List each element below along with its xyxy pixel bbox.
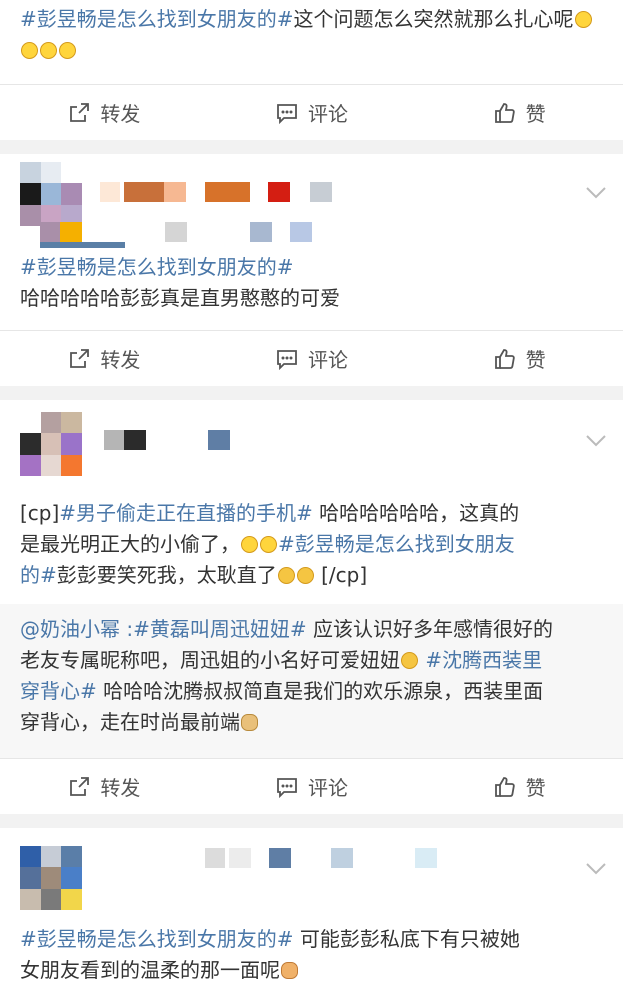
post-text: [cp]#男子偷走正在直播的手机# 哈哈哈哈哈哈，这真的 是最光明正大的小偷了，… [20,498,609,591]
repost-icon [70,102,90,122]
cp-marker: [cp] [20,501,60,525]
retweet-body: 哈哈哈沈腾叔叔简直是我们的欢乐源泉，西装里面 [96,679,544,703]
avatar[interactable] [20,846,82,910]
chevron-down-icon[interactable] [585,186,607,200]
comment-label: 评论 [308,102,348,126]
like-button[interactable]: 赞 [415,759,623,814]
post-card-2: #彭昱畅是怎么找到女朋友的# 哈哈哈哈哈彭彭真是直男憨憨的可爱 转发 评论 赞 [0,154,623,386]
action-bar: 转发 评论 赞 [0,84,623,140]
separator [0,814,623,828]
post-body: 可能彭彭私底下有只被她 [293,927,520,951]
repost-icon [70,348,90,368]
username-blurred[interactable] [205,848,445,868]
repost-button[interactable]: 转发 [0,85,208,140]
comment-icon [277,103,297,124]
kiss-emoji-icon [401,652,418,669]
post-body: 是最光明正大的小偷了， [20,532,240,556]
topic-tag[interactable]: #彭昱畅是怎么找到女朋友的# [20,252,609,283]
topic-tag[interactable]: #彭昱畅是怎么找到女朋友 [278,532,515,556]
grin-emoji-icon [296,567,314,584]
cp-marker: [/cp] [314,563,368,587]
post-body: 彭彭要笑死我，太耿直了 [56,563,277,587]
laugh-emoji-icon [574,11,592,28]
grin-emoji-icon [277,567,295,584]
like-button[interactable]: 赞 [415,85,623,140]
comment-label: 评论 [308,348,348,372]
separator-colon: : [120,617,134,641]
post-body: 哈哈哈哈哈彭彭真是直男憨憨的可爱 [20,286,340,310]
laugh-emoji-icon [40,42,57,59]
repost-label: 转发 [100,102,141,126]
laugh-emoji-icon [241,536,258,553]
post-text: #彭昱畅是怎么找到女朋友的# 哈哈哈哈哈彭彭真是直男憨憨的可爱 [20,252,609,314]
like-label: 赞 [525,776,546,800]
topic-tag[interactable]: #黄磊叫周迅妞妞# [133,617,307,641]
action-bar: 转发 评论 赞 [0,758,623,814]
separator [0,140,623,154]
comment-button[interactable]: 评论 [208,759,416,814]
post-card-4: #彭昱畅是怎么找到女朋友的# 可能彭彭私底下有只被她 女朋友看到的温柔的那一面呢 [0,828,623,1000]
retweet-body: 应该认识好多年感情很好的 [306,617,553,641]
comment-icon [277,777,297,798]
topic-tag[interactable]: #彭昱畅是怎么找到女朋友的# [20,927,294,951]
username-blurred[interactable] [104,430,274,450]
chevron-down-icon[interactable] [585,434,607,448]
action-bar: 转发 评论 赞 [0,330,623,386]
like-button[interactable]: 赞 [415,331,623,386]
retweet-text: @奶油小幂 :#黄磊叫周迅妞妞# 应该认识好多年感情很好的 老友专属昵称吧，周迅… [20,614,609,738]
avatar[interactable] [20,412,82,476]
post-card-3: [cp]#男子偷走正在直播的手机# 哈哈哈哈哈哈，这真的 是最光明正大的小偷了，… [0,400,623,814]
retweet-user[interactable]: @奶油小幂 [20,617,120,641]
comment-button[interactable]: 评论 [208,85,416,140]
repost-icon [70,776,90,796]
cat-emoji-icon [281,962,298,979]
like-icon [494,776,515,797]
comment-icon [277,349,297,370]
topic-tag[interactable]: 的# [20,563,57,587]
repost-button[interactable]: 转发 [0,759,208,814]
username-blurred[interactable] [100,182,360,202]
topic-tag[interactable]: #彭昱畅是怎么找到女朋友的# [20,7,294,31]
like-label: 赞 [525,348,546,372]
like-icon [494,348,515,369]
topic-tag[interactable]: #男子偷走正在直播的手机# [59,501,313,525]
laugh-emoji-icon [21,42,38,59]
comment-button[interactable]: 评论 [208,331,416,386]
post-body: 这个问题怎么突然就那么扎心呢 [293,7,574,31]
post-text: #彭昱畅是怎么找到女朋友的#这个问题怎么突然就那么扎心呢 [20,4,609,66]
laugh-emoji-icon [59,42,76,59]
separator [0,386,623,400]
doge-emoji-icon [241,714,258,731]
timestamp-blurred [40,222,340,248]
avatar[interactable] [20,162,82,226]
retweet-body: 老友专属昵称吧，周迅姐的小名好可爱妞妞 [20,648,400,672]
repost-label: 转发 [100,776,141,800]
topic-tag[interactable]: #沈腾西装里 [419,648,542,672]
post-card-1: #彭昱畅是怎么找到女朋友的#这个问题怎么突然就那么扎心呢 转发 评论 赞 [0,0,623,140]
repost-label: 转发 [100,348,141,372]
retweet-body: 穿背心，走在时尚最前端 [20,710,240,734]
topic-tag[interactable]: 穿背心# [20,679,97,703]
laugh-emoji-icon [260,536,277,553]
like-label: 赞 [525,102,546,126]
post-text: #彭昱畅是怎么找到女朋友的# 可能彭彭私底下有只被她 女朋友看到的温柔的那一面呢 [20,924,609,986]
post-body: 哈哈哈哈哈哈，这真的 [312,501,520,525]
comment-label: 评论 [308,776,348,800]
post-body: 女朋友看到的温柔的那一面呢 [20,958,280,982]
chevron-down-icon[interactable] [585,862,607,876]
repost-button[interactable]: 转发 [0,331,208,386]
like-icon [494,102,515,123]
retweet-box[interactable]: @奶油小幂 :#黄磊叫周迅妞妞# 应该认识好多年感情很好的 老友专属昵称吧，周迅… [0,604,623,758]
